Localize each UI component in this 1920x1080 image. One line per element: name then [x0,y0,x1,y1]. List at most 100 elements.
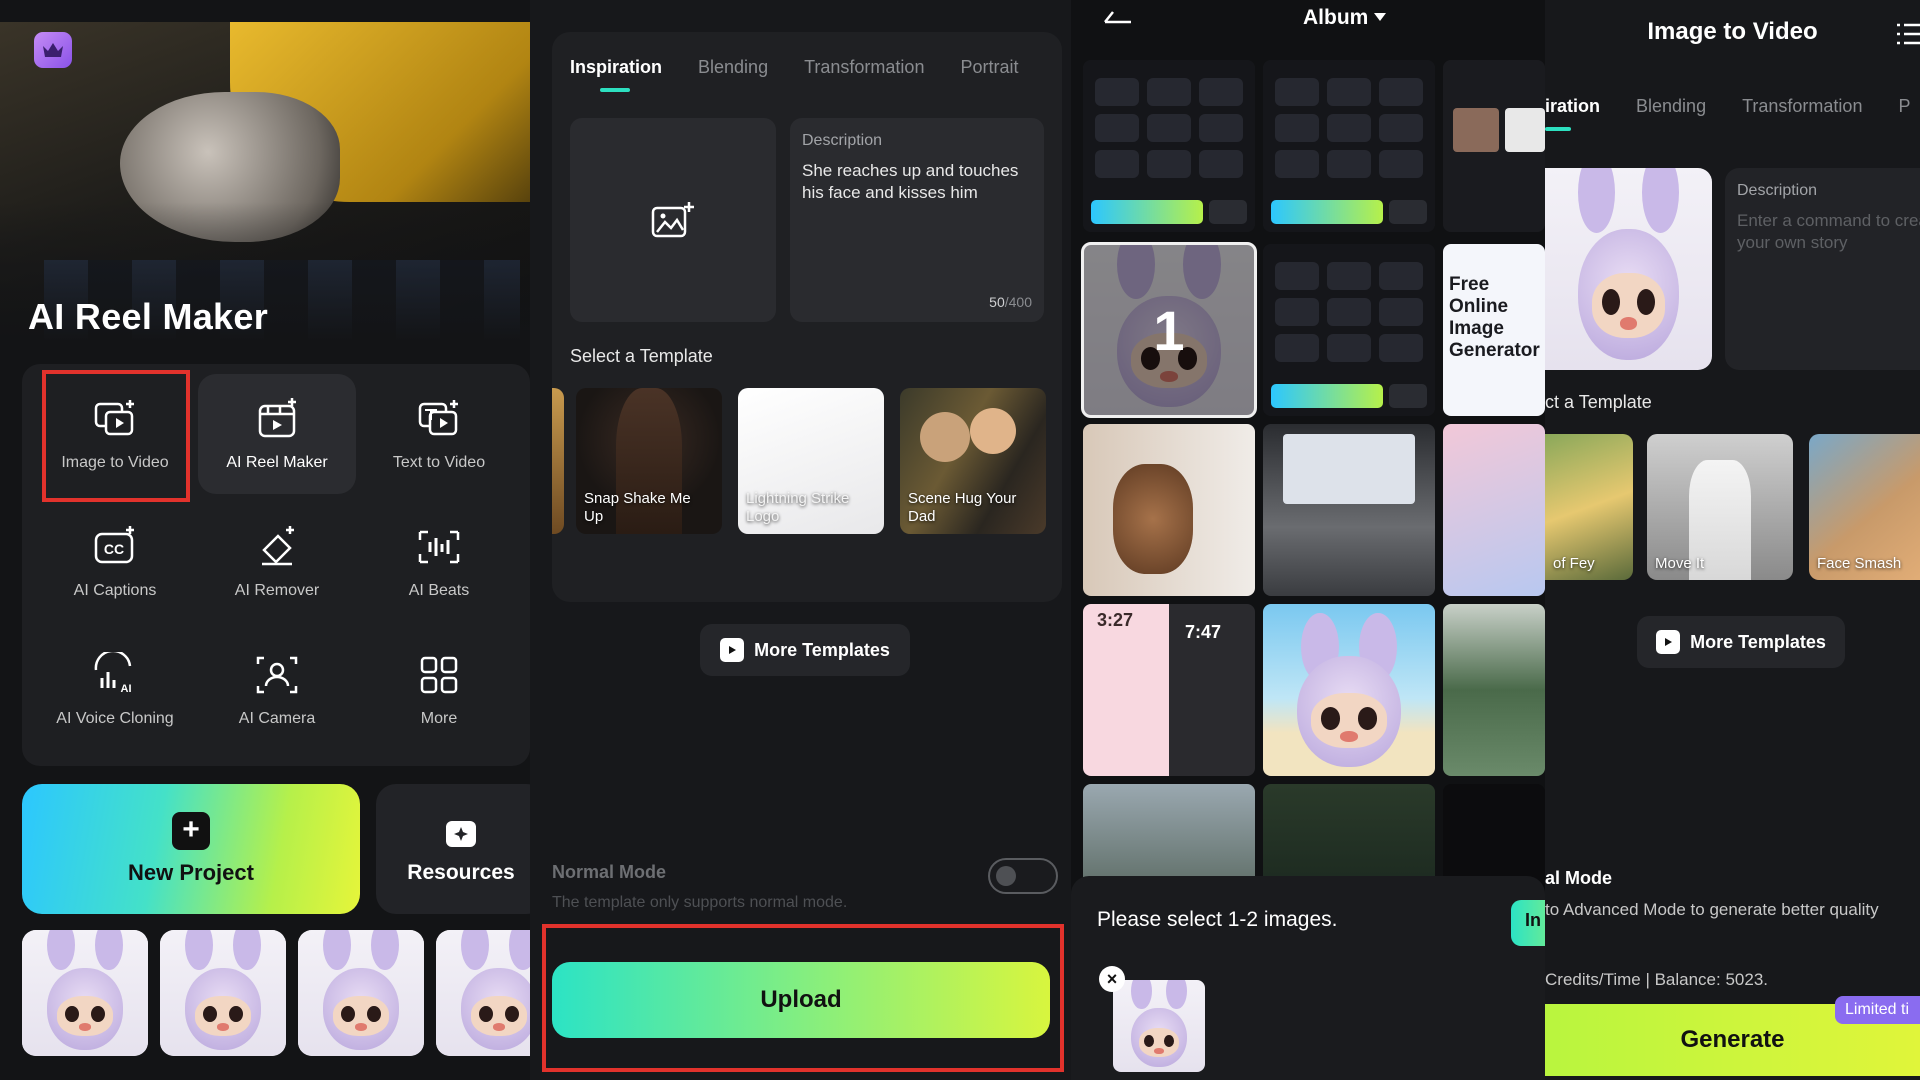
uploaded-image[interactable] [1545,168,1712,370]
album-thumb-web[interactable] [1443,424,1545,596]
recent-project-thumb[interactable] [22,930,148,1056]
description-box[interactable]: Description She reaches up and touches h… [790,118,1044,322]
svg-text:AI: AI [121,683,132,695]
limited-time-badge: Limited ti [1835,996,1920,1024]
tab-portrait[interactable]: Portrait [960,32,1018,102]
voice-cloning-icon: AI [94,652,132,695]
more-templates-label: More Templates [754,639,890,660]
template-scene-hug[interactable]: Scene Hug Your Dad [900,388,1046,534]
tab-blending[interactable]: Blending [1636,96,1706,117]
album-thumb-screenshot[interactable] [1263,60,1435,232]
resources-icon [446,821,476,847]
reel-maker-icon [258,398,296,438]
plush-art [1113,464,1193,574]
recent-project-thumb[interactable] [160,930,286,1056]
tool-ai-camera[interactable]: AI Camera [198,630,356,750]
upload-label: Upload [760,986,842,1013]
char-max: /400 [1004,294,1032,310]
select-template-heading: ct a Template [1545,392,1652,412]
more-templates-label: More Templates [1690,631,1826,652]
tool-ai-voice-cloning[interactable]: AI AI Voice Cloning [36,630,194,750]
add-image-icon [651,202,694,238]
album-thumb-screenshot[interactable] [1083,60,1255,232]
tool-label: AI Remover [234,582,320,599]
tool-ai-captions[interactable]: CC AI Captions [36,502,194,622]
selection-hint: Please select 1-2 images. [1097,908,1338,931]
new-project-button[interactable]: + New Project [22,784,360,914]
template-of-fey[interactable]: of Fey [1545,434,1633,580]
template-face-smash[interactable]: Face Smash [1809,434,1920,580]
phone-time-a: 3:27 [1097,610,1134,630]
selection-frame [1081,242,1257,418]
album-thumb-screenshot[interactable] [1443,60,1545,232]
album-thumb-screenshot[interactable] [1263,244,1435,416]
home-panel: AI Reel Maker Image to Video AI Reel Mak… [0,0,530,1080]
ad-headline: Free Online Image Generator [1449,274,1540,361]
image-to-video-icon [94,400,134,436]
tool-text-to-video[interactable]: Text to Video [360,374,518,494]
album-thumb-plush[interactable] [1083,424,1255,596]
album-thumb-ad[interactable]: Free Online Image Generator [1443,244,1545,416]
tools-grid: Image to Video AI Reel Maker Text to Vid… [22,364,530,766]
hero-banner[interactable] [0,22,530,342]
phone-time-b: 7:47 [1185,622,1222,642]
char-counter: 50/400 [989,294,1032,310]
tab-inspiration[interactable]: iration [1545,96,1600,131]
template-partial[interactable] [552,388,564,534]
album-thumb-beach-bunny[interactable] [1263,604,1435,776]
tab-bar: Inspiration Blending Transformation Port… [570,32,1054,102]
image-to-video-panel: Image to Video iration Blending Transfor… [1545,0,1920,1080]
template-art [970,408,1016,454]
remove-image-close-icon[interactable]: × [1099,966,1125,992]
resources-label: Resources [407,861,515,884]
tab-portrait[interactable]: P [1898,96,1910,117]
tool-image-to-video[interactable]: Image to Video [36,374,194,494]
template-label: Move It [1655,555,1705,572]
page-title: Image to Video [1647,18,1818,45]
normal-mode-hint: The template only supports normal mode. [552,894,848,911]
tab-transformation[interactable]: Transformation [804,32,924,102]
tool-label: More [420,710,458,727]
album-thumb-street[interactable] [1443,604,1545,776]
bunny-photo [1545,168,1712,370]
description-title: Description [802,132,883,149]
more-templates-button[interactable]: More Templates [1637,616,1845,668]
premium-crown-icon[interactable] [34,32,72,68]
template-lightning-logo[interactable]: Lightning Strike Logo [738,388,884,534]
template-move-it[interactable]: Move It [1647,434,1793,580]
captions-icon: CC [94,526,134,564]
picked-image[interactable] [1113,980,1205,1072]
bunny-photo [1263,604,1435,776]
hero-title: AI Reel Maker [28,296,269,337]
tab-transformation[interactable]: Transformation [1742,96,1862,117]
tool-more[interactable]: More [360,630,518,750]
resources-button[interactable]: Resources [376,784,530,914]
list-menu-icon[interactable] [1895,22,1920,46]
import-button[interactable]: In [1511,900,1545,946]
tool-ai-reel-maker[interactable]: AI Reel Maker [198,374,356,494]
more-templates-button[interactable]: More Templates [700,624,910,676]
tool-ai-remover[interactable]: AI Remover [198,502,356,622]
tab-blending[interactable]: Blending [698,32,768,102]
description-placeholder: Enter a command to create your own story [1737,211,1920,252]
album-thumb-laptop[interactable] [1263,424,1435,596]
album-dropdown[interactable]: Album [1303,6,1387,30]
add-image-box[interactable] [570,118,776,322]
description-box[interactable]: Description Enter a command to create yo… [1725,168,1920,370]
album-thumb-phones[interactable]: 3:27 7:47 [1083,604,1255,776]
recent-project-thumb[interactable] [298,930,424,1056]
template-label: Face Smash [1817,555,1902,572]
template-label: Snap Shake Me Up [584,490,691,525]
char-count: 50 [989,294,1005,310]
back-arrow-icon[interactable] [1103,8,1133,24]
tab-inspiration[interactable]: Inspiration [570,32,662,102]
tool-ai-beats[interactable]: AI Beats [360,502,518,622]
play-icon [1656,630,1681,654]
tool-label: AI Reel Maker [226,454,328,471]
normal-mode-toggle[interactable] [988,858,1058,894]
mode-hint: to Advanced Mode to generate better qual… [1545,900,1879,919]
upload-button[interactable]: Upload [552,962,1050,1038]
recent-project-thumb[interactable] [436,930,530,1056]
generate-label: Generate [1680,1026,1785,1053]
template-snap-shake[interactable]: Snap Shake Me Up [576,388,722,534]
